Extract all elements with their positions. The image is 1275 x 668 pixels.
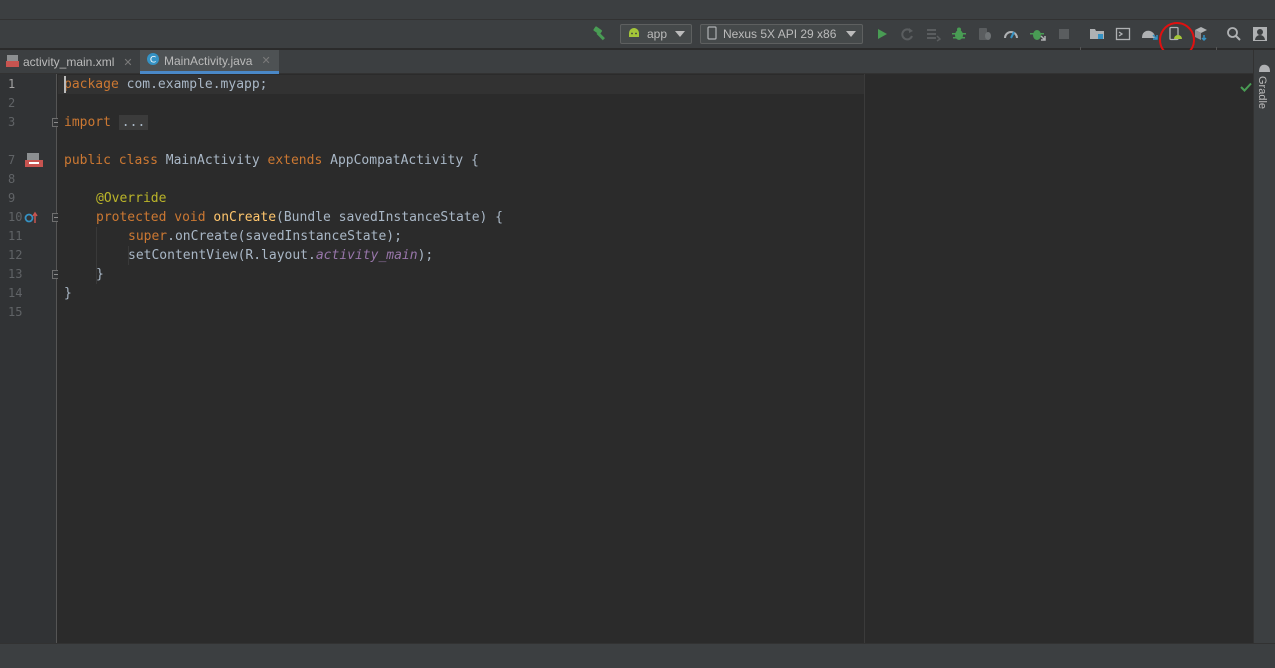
chevron-down-icon	[846, 31, 856, 37]
close-icon[interactable]: ✕	[261, 54, 270, 67]
editor-tabs: activity_main.xml ✕ C MainActivity.java …	[0, 50, 1275, 74]
keyword: package	[64, 77, 119, 92]
call-end: );	[417, 248, 434, 263]
keyword: import	[64, 115, 111, 130]
line-number: 9	[8, 191, 16, 205]
apply-code-changes-icon[interactable]	[923, 24, 943, 44]
editor-gutter: 1 2 3 7 8 9 10 11 12 13 14 15	[0, 74, 61, 643]
call: .onCreate(savedInstanceState);	[167, 229, 402, 244]
class-name: MainActivity	[157, 153, 268, 168]
java-class-icon: C	[146, 52, 160, 69]
method-name: onCreate	[205, 210, 277, 225]
code-line-13: }	[96, 267, 104, 282]
project-structure-icon[interactable]	[1087, 24, 1107, 44]
keyword: public class	[64, 153, 158, 168]
line-number: 11	[8, 229, 23, 243]
inspection-ok-icon[interactable]	[1240, 77, 1252, 96]
tab-label: MainActivity.java	[164, 53, 253, 68]
module-select[interactable]: app	[620, 24, 692, 44]
gradle-sync-icon[interactable]	[1139, 24, 1159, 44]
line-number: 2	[8, 96, 16, 110]
coverage-icon[interactable]	[1028, 24, 1048, 44]
call: setContentView(R.layout.	[128, 248, 316, 263]
method-params: (Bundle savedInstanceState) {	[276, 210, 504, 225]
package-name: com.example.myapp;	[118, 77, 268, 92]
code-line-11: super.onCreate(savedInstanceState);	[128, 227, 402, 246]
right-margin-guide	[864, 74, 865, 643]
keyword: extends	[267, 153, 323, 168]
code-line-12: setContentView(R.layout.activity_main);	[128, 246, 433, 265]
line-number: 15	[8, 305, 23, 319]
tab-label: activity_main.xml	[23, 55, 115, 69]
svg-text:C: C	[150, 56, 156, 66]
xml-file-icon	[6, 54, 19, 71]
run-icon[interactable]	[872, 24, 892, 44]
android-icon	[627, 27, 641, 42]
main-toolbar: app Nexus 5X API 29 x86	[0, 20, 1275, 62]
field-ref: activity_main	[315, 248, 418, 263]
keyword: protected void	[96, 210, 206, 225]
line-number: 12	[8, 248, 23, 262]
device-select[interactable]: Nexus 5X API 29 x86	[700, 24, 863, 44]
layout-related-icon[interactable]	[25, 152, 43, 172]
code-line-1: package com.example.myapp;	[64, 75, 268, 94]
profile-icon[interactable]	[1001, 24, 1021, 44]
attach-debugger-icon[interactable]	[975, 24, 995, 44]
device-select-label: Nexus 5X API 29 x86	[723, 27, 837, 41]
line-number: 1	[8, 77, 16, 91]
code-line-3: import ...	[64, 113, 149, 132]
code-line-7: public class MainActivity extends AppCom…	[64, 151, 479, 170]
stop-icon[interactable]	[1054, 24, 1074, 44]
hammer-icon[interactable]	[590, 24, 610, 44]
right-tool-strip	[1240, 50, 1275, 643]
status-bar	[0, 643, 1275, 668]
title-bar	[0, 0, 1275, 20]
device-icon	[707, 25, 717, 43]
gradle-elephant-icon	[1258, 58, 1271, 77]
line-number: 8	[8, 172, 16, 186]
line-number: 13	[8, 267, 23, 281]
chevron-down-icon	[675, 31, 685, 37]
folded-imports[interactable]: ...	[118, 115, 149, 130]
code-line-9: @Override	[96, 189, 166, 208]
code-line-10: protected void onCreate(Bundle savedInst…	[96, 208, 503, 227]
tab-main-activity-java[interactable]: C MainActivity.java ✕	[140, 50, 279, 74]
search-icon[interactable]	[1224, 24, 1244, 44]
superclass: AppCompatActivity {	[322, 153, 479, 168]
account-icon[interactable]	[1250, 24, 1270, 44]
gradle-tool-button[interactable]: Gradle	[1256, 76, 1268, 109]
line-number: 14	[8, 286, 23, 300]
close-icon[interactable]: ✕	[123, 56, 132, 69]
tab-activity-main-xml[interactable]: activity_main.xml ✕	[0, 50, 138, 74]
keyword: super	[128, 229, 168, 244]
text-caret	[64, 76, 66, 93]
code-editor[interactable]: package com.example.myapp; import ... pu…	[58, 74, 1253, 643]
apply-changes-icon[interactable]	[897, 24, 917, 44]
code-line-14: }	[64, 286, 72, 301]
line-number: 3	[8, 115, 16, 129]
debug-icon[interactable]	[949, 24, 969, 44]
module-select-label: app	[647, 27, 668, 41]
override-marker-icon[interactable]	[24, 210, 38, 229]
annotation: @Override	[96, 191, 167, 206]
terminal-icon[interactable]	[1113, 24, 1133, 44]
